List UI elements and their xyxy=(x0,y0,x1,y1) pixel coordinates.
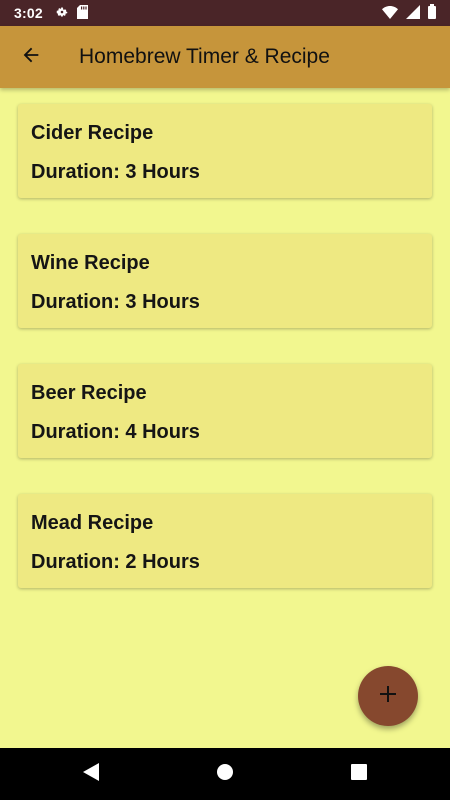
recipe-card-wine[interactable]: Wine Recipe Duration: 3 Hours xyxy=(18,234,432,328)
nav-back-button[interactable] xyxy=(76,759,106,789)
recipe-card-beer[interactable]: Beer Recipe Duration: 4 Hours xyxy=(18,364,432,458)
status-bar: 3:02 xyxy=(0,0,450,26)
recipe-duration: Duration: 3 Hours xyxy=(31,161,200,183)
recipe-duration: Duration: 3 Hours xyxy=(31,291,200,313)
signal-icon xyxy=(406,4,420,22)
recents-square-icon xyxy=(351,763,367,785)
recipe-card-mead[interactable]: Mead Recipe Duration: 2 Hours xyxy=(18,494,432,588)
recipe-title: Cider Recipe xyxy=(31,122,154,144)
recipe-card-cider[interactable]: Cider Recipe Duration: 3 Hours xyxy=(18,104,432,198)
page-title: Homebrew Timer & Recipe xyxy=(79,45,330,68)
nav-home-button[interactable] xyxy=(210,759,240,789)
plus-icon xyxy=(378,684,398,709)
recipe-title: Beer Recipe xyxy=(31,382,147,404)
add-recipe-button[interactable] xyxy=(358,666,418,726)
system-nav-bar xyxy=(0,748,450,800)
app-bar: Homebrew Timer & Recipe xyxy=(0,26,450,88)
arrow-left-icon xyxy=(20,44,42,71)
battery-icon xyxy=(428,4,436,22)
wifi-icon xyxy=(382,5,398,22)
sd-card-icon xyxy=(76,4,88,22)
nav-recents-button[interactable] xyxy=(344,759,374,789)
recipe-title: Wine Recipe xyxy=(31,252,150,274)
recipe-title: Mead Recipe xyxy=(31,512,154,534)
recipe-duration: Duration: 4 Hours xyxy=(31,421,200,443)
home-circle-icon xyxy=(216,763,234,786)
back-button[interactable] xyxy=(3,29,59,85)
recipe-list: Cider Recipe Duration: 3 Hours Wine Reci… xyxy=(0,88,450,748)
back-triangle-icon xyxy=(83,762,99,786)
status-time: 3:02 xyxy=(14,5,43,21)
gear-icon xyxy=(55,5,69,22)
recipe-duration: Duration: 2 Hours xyxy=(31,551,200,573)
